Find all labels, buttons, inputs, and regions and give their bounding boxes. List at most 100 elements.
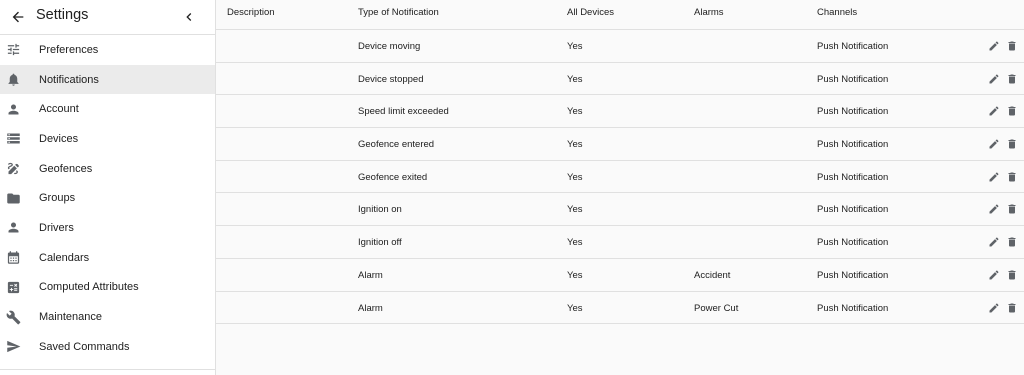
draw-icon [4,160,22,178]
sidebar-item-label: Preferences [39,43,99,56]
column-header-type[interactable]: Type of Notification [358,7,439,18]
delete-button[interactable] [1005,235,1019,249]
settings-sidebar: Settings Preferences Notifications Account… [0,0,216,375]
chevron-left-icon [181,9,197,25]
delete-button[interactable] [1005,268,1019,282]
sidebar-item-label: Saved Commands [39,340,130,353]
edit-button[interactable] [987,104,1001,118]
sidebar-item-computed-attributes[interactable]: Computed Attributes [0,273,215,303]
cell-alarms: Accident [694,269,731,281]
sidebar-item-label: Devices [39,132,79,145]
delete-button[interactable] [1005,72,1019,86]
trash-icon [1006,138,1018,150]
calculate-icon [4,278,22,296]
table-row: Geofence exited Yes Push Notification [216,161,1024,194]
trash-icon [1006,236,1018,248]
sidebar-item-label: Drivers [39,221,74,234]
sidebar-item-label: Groups [39,192,76,205]
edit-button[interactable] [987,170,1001,184]
cell-all-devices: Yes [567,106,583,118]
folder-icon [4,189,22,207]
edit-button[interactable] [987,137,1001,151]
sidebar-item-label: Calendars [39,251,90,264]
delete-button[interactable] [1005,137,1019,151]
trash-icon [1006,105,1018,117]
edit-button[interactable] [987,235,1001,249]
delete-button[interactable] [1005,170,1019,184]
edit-button[interactable] [987,72,1001,86]
delete-button[interactable] [1005,104,1019,118]
menu-divider [0,369,216,370]
delete-button[interactable] [1005,301,1019,315]
table-body: Device moving Yes Push Notification Device … [216,30,1024,325]
edit-button[interactable] [987,39,1001,53]
cell-type: Alarm [358,269,383,281]
sidebar-item-geofences[interactable]: Geofences [0,154,215,184]
column-header-all-devices[interactable]: All Devices [567,7,614,18]
sidebar-item-label: Computed Attributes [39,281,139,294]
sidebar-item-calendars[interactable]: Calendars [0,243,215,273]
table-row: Ignition off Yes Push Notification [216,226,1024,259]
send-icon [4,338,22,356]
cell-all-devices: Yes [567,237,583,249]
sidebar-item-notifications[interactable]: Notifications [0,64,215,95]
trash-icon [1006,171,1018,183]
trash-icon [1006,40,1018,52]
sidebar-item-maintenance[interactable]: Maintenance [0,302,215,332]
cell-all-devices: Yes [567,302,583,314]
cell-type: Alarm [358,302,383,314]
column-header-channels[interactable]: Channels [817,7,857,18]
table-row: Alarm Yes Accident Push Notification [216,259,1024,292]
sidebar-item-account[interactable]: Account [0,94,215,124]
person-icon [4,219,22,237]
cell-all-devices: Yes [567,204,583,216]
cell-type: Ignition off [358,237,402,249]
sidebar-item-drivers[interactable]: Drivers [0,213,215,243]
edit-pencil-icon [988,203,1000,215]
arrow-back-icon [10,9,26,25]
cell-all-devices: Yes [567,73,583,85]
table-header-row: Description Type of Notification All Dev… [216,0,1024,30]
back-button[interactable] [6,5,30,29]
sidebar-item-groups[interactable]: Groups [0,183,215,213]
table-row: Geofence entered Yes Push Notification [216,128,1024,161]
edit-button[interactable] [987,202,1001,216]
edit-button[interactable] [987,268,1001,282]
wrench-icon [4,308,22,326]
person-icon [4,100,22,118]
sidebar-item-label: Geofences [39,162,93,175]
collapse-sidebar-button[interactable] [178,5,200,29]
delete-button[interactable] [1005,202,1019,216]
table-row: Speed limit exceeded Yes Push Notification [216,95,1024,129]
sidebar-item-label: Notifications [39,73,99,86]
cell-channels: Push Notification [817,139,889,151]
sidebar-header: Settings [0,0,215,35]
cell-channels: Push Notification [817,106,889,118]
settings-menu: Preferences Notifications Account Devices Ge… [0,35,215,362]
cell-channels: Push Notification [817,41,889,52]
trash-icon [1006,203,1018,215]
delete-button[interactable] [1005,39,1019,53]
edit-pencil-icon [988,105,1000,117]
sidebar-item-saved-commands[interactable]: Saved Commands [0,332,215,362]
cell-type: Speed limit exceeded [358,106,449,118]
table-row: Alarm Yes Power Cut Push Notification [216,292,1024,325]
edit-pencil-icon [988,73,1000,85]
storage-icon [4,130,22,148]
cell-channels: Push Notification [817,204,889,216]
tune-icon [4,41,22,59]
cell-type: Device moving [358,41,421,52]
sidebar-item-preferences[interactable]: Preferences [0,35,215,65]
cell-all-devices: Yes [567,41,583,52]
edit-button[interactable] [987,301,1001,315]
column-header-alarms[interactable]: Alarms [694,7,724,18]
cell-all-devices: Yes [567,269,583,281]
cell-type: Device stopped [358,73,424,85]
sidebar-item-devices[interactable]: Devices [0,124,215,154]
column-header-description[interactable]: Description [227,7,275,18]
cell-all-devices: Yes [567,139,583,151]
edit-pencil-icon [988,302,1000,314]
cell-type: Ignition on [358,204,402,216]
cell-channels: Push Notification [817,171,889,183]
trash-icon [1006,269,1018,281]
